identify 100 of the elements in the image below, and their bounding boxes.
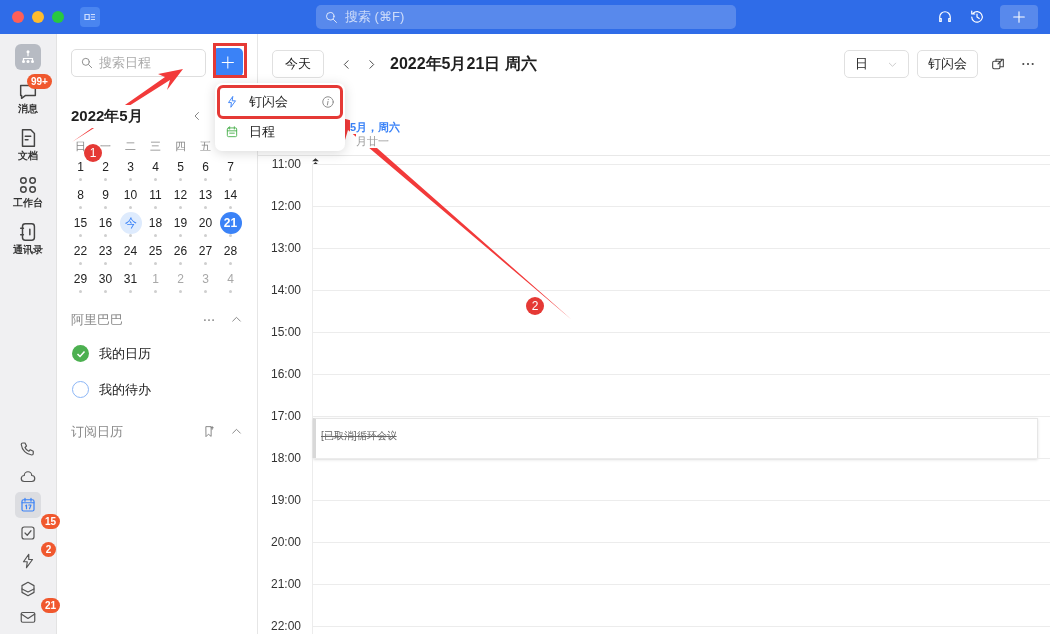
calendar-icon — [19, 496, 37, 514]
time-label: 17:00 — [270, 409, 301, 423]
rail-item[interactable]: 工作台 — [13, 174, 43, 209]
view-select-value: 日 — [855, 55, 868, 74]
time-label: 12:00 — [270, 199, 301, 213]
collapse-icon[interactable] — [311, 157, 320, 166]
rail-item[interactable]: 通讯录 — [13, 221, 43, 256]
time-label: 19:00 — [270, 493, 301, 507]
calendar-day[interactable]: 25 — [144, 239, 167, 262]
time-label: 18:00 — [270, 451, 301, 465]
rail-label: 工作台 — [13, 196, 43, 209]
hexagon-icon — [19, 580, 37, 598]
calendar-day[interactable]: 14 — [219, 183, 242, 206]
calendar-day[interactable]: 28 — [219, 239, 242, 262]
notification-badge: 21 — [41, 598, 61, 613]
calendar-day[interactable]: 21 — [219, 211, 242, 234]
month-title: 2022年5月 — [71, 105, 143, 128]
rail-label: 通讯录 — [13, 243, 43, 256]
calendar-group-title: 阿里巴巴 — [71, 310, 123, 329]
notification-badge: 99+ — [27, 74, 52, 89]
calendar-day[interactable]: 3 — [119, 155, 142, 178]
weekday-label: 二 — [124, 138, 137, 154]
calendar-icon — [225, 125, 239, 139]
time-label: 21:00 — [270, 577, 301, 591]
calendar-day[interactable]: 5 — [169, 155, 192, 178]
lightning-icon — [225, 95, 239, 109]
day-header-date: 5月，周六 — [350, 120, 401, 134]
checkbox-icon — [19, 524, 37, 542]
plus-icon[interactable] — [1000, 5, 1038, 29]
calendar-checkbox[interactable] — [72, 345, 89, 362]
rail-item[interactable] — [15, 492, 41, 518]
calendar-day[interactable]: 9 — [94, 183, 117, 206]
weekday-label: 日 — [74, 138, 87, 154]
weekday-label: 五 — [199, 138, 212, 154]
day-header-lunar: 月廿一 — [356, 134, 389, 148]
grid-icon — [17, 174, 39, 196]
search-placeholder: 搜索 (⌘F) — [345, 8, 405, 27]
notification-badge: 2 — [41, 542, 56, 557]
highlight-frame — [213, 43, 247, 78]
menu-item-label: 钉闪会 — [249, 93, 288, 112]
calendar-day[interactable]: 23 — [94, 239, 117, 262]
window-control[interactable] — [52, 11, 64, 23]
calendar-day[interactable]: 12 — [169, 183, 192, 206]
view-select[interactable]: 日 — [844, 50, 909, 78]
calendar-day[interactable]: 13 — [194, 183, 217, 206]
event-title: [已取消]循环会议 — [321, 430, 397, 441]
calendar-name: 我的日历 — [99, 344, 151, 363]
organization-avatar[interactable] — [15, 44, 41, 70]
bookmark-icon[interactable] — [203, 425, 216, 438]
phone-icon — [19, 440, 37, 458]
calendar-day[interactable]: 31 — [119, 267, 142, 290]
time-label: 13:00 — [270, 241, 301, 255]
app-logo-icon — [80, 7, 100, 27]
calendar-day[interactable]: 6 — [194, 155, 217, 178]
calendar-day[interactable]: 30 — [94, 267, 117, 290]
calendar-day[interactable]: 19 — [169, 211, 192, 234]
window-control[interactable] — [12, 11, 24, 23]
calendar-day[interactable]: 18 — [144, 211, 167, 234]
share-window-icon[interactable] — [990, 56, 1006, 72]
calendar-day[interactable]: 26 — [169, 239, 192, 262]
rail-label: 消息 — [18, 102, 38, 115]
calendar-day[interactable]: 24 — [119, 239, 142, 262]
step-number-marker: 2 — [526, 297, 544, 315]
info-icon[interactable] — [321, 95, 335, 109]
calendar-day[interactable]: 15 — [69, 211, 92, 234]
rail-item[interactable]: 文档 — [17, 127, 39, 162]
weekday-label: 一 — [99, 138, 112, 154]
calendar-day[interactable]: 29 — [69, 267, 92, 290]
calendar-group-title: 订阅日历 — [71, 422, 123, 441]
search-icon — [324, 9, 339, 25]
calendar-day[interactable]: 20 — [194, 211, 217, 234]
time-label: 14:00 — [270, 283, 301, 297]
calendar-day[interactable]: 7 — [219, 155, 242, 178]
menu-item[interactable]: 日程 — [219, 117, 341, 147]
time-label: 11:00 — [271, 157, 301, 171]
rail-label: 文档 — [18, 149, 38, 162]
calendar-day[interactable]: 11 — [144, 183, 167, 206]
calendar-day[interactable]: 16 — [94, 211, 117, 234]
step-number-marker: 1 — [84, 144, 102, 162]
calendar-day[interactable]: 27 — [194, 239, 217, 262]
weekday-label: 三 — [149, 138, 162, 154]
today-button[interactable]: 今天 — [272, 50, 324, 78]
calendar-day[interactable]: 10 — [119, 183, 142, 206]
time-label: 16:00 — [270, 367, 301, 381]
calendar-name: 我的待办 — [99, 380, 151, 399]
notification-badge: 15 — [41, 514, 61, 529]
search-icon — [80, 55, 94, 70]
menu-item[interactable]: 钉闪会 — [219, 87, 341, 117]
window-control[interactable] — [32, 11, 44, 23]
time-label: 22:00 — [270, 619, 301, 633]
calendar-day[interactable]: 4 — [144, 155, 167, 178]
date-title: 2022年5月21日 周六 — [390, 54, 537, 74]
flash-meeting-button[interactable]: 钉闪会 — [917, 50, 978, 78]
calendar-day[interactable]: 22 — [69, 239, 92, 262]
calendar-day[interactable]: 8 — [69, 183, 92, 206]
time-label: 20:00 — [270, 535, 301, 549]
history-icon[interactable] — [968, 8, 986, 26]
menu-item-label: 日程 — [249, 123, 275, 142]
weekday-label: 四 — [174, 138, 187, 154]
time-label: 15:00 — [270, 325, 301, 339]
